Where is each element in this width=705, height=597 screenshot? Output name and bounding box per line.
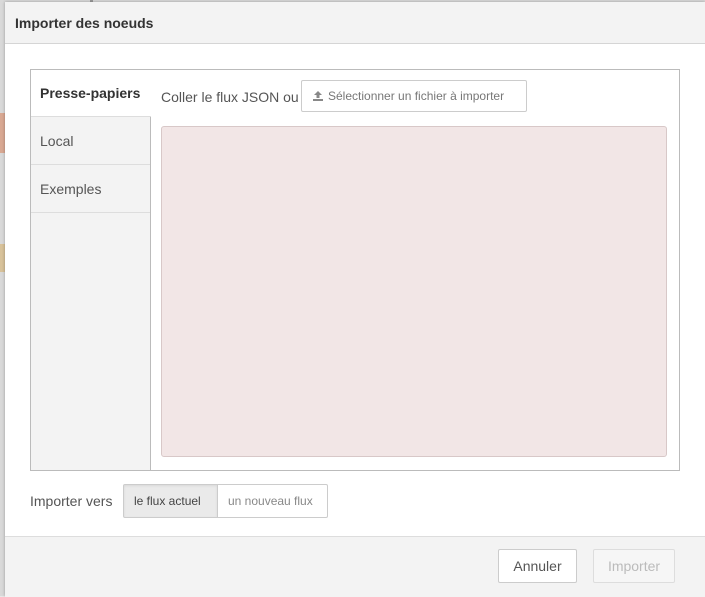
current-flow-option[interactable]: le flux actuel	[123, 484, 218, 518]
import-panel: Presse-papiers Local Exemples Coller le …	[30, 69, 680, 471]
tab-local[interactable]: Local	[31, 118, 150, 165]
new-flow-option[interactable]: un nouveau flux	[218, 484, 328, 518]
upload-icon	[312, 90, 324, 102]
dialog-header: Importer des noeuds	[5, 2, 705, 44]
import-dialog: Importer des noeuds Presse-papiers Local…	[5, 2, 705, 597]
dialog-footer: Annuler Importer	[5, 536, 705, 597]
tab-clipboard[interactable]: Presse-papiers	[31, 70, 151, 117]
import-to-label: Importer vers	[30, 493, 113, 509]
dialog-title: Importer des noeuds	[15, 15, 154, 31]
select-file-label: Sélectionner un fichier à importer	[328, 89, 505, 103]
select-file-button[interactable]: Sélectionner un fichier à importer	[301, 80, 527, 112]
tab-examples[interactable]: Exemples	[31, 166, 150, 213]
cancel-button[interactable]: Annuler	[498, 549, 577, 583]
clipboard-content: Coller le flux JSON ou Sélectionner un f…	[151, 70, 679, 470]
import-button[interactable]: Importer	[593, 549, 675, 583]
import-target-toggle: le flux actuel un nouveau flux	[123, 484, 328, 518]
json-input[interactable]	[161, 126, 667, 457]
paste-label: Coller le flux JSON ou	[161, 89, 299, 105]
import-source-tabs: Presse-papiers Local Exemples	[31, 70, 151, 470]
